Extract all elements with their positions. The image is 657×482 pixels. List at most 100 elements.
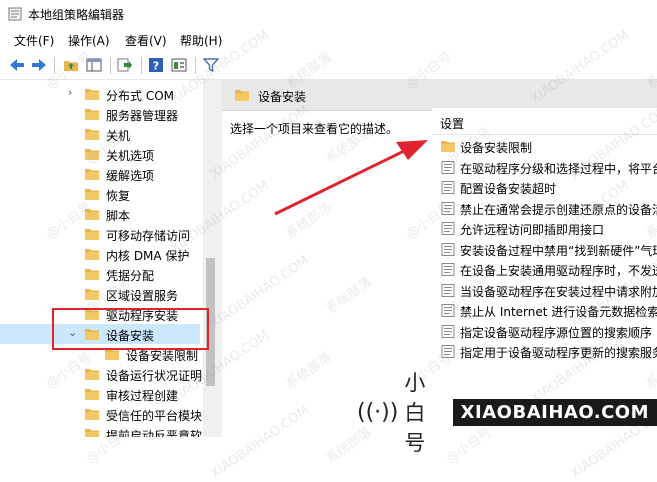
tree-item-label: 可移动存储访问 [106, 229, 191, 243]
policy-setting-row[interactable]: 在驱动程序分级和选择过程中，将平台 [438, 157, 657, 177]
export-list-icon[interactable] [116, 56, 134, 74]
tree-item[interactable]: 脚本 [0, 204, 200, 224]
folder-icon [85, 89, 99, 100]
tree-item-label: 内核 DMA 保护 [106, 249, 190, 263]
folder-icon [85, 149, 99, 160]
policy-setting-label: 在驱动程序分级和选择过程中，将平台 [460, 161, 657, 176]
policy-setting-icon [441, 242, 455, 256]
column-header-label: 设置 [440, 117, 465, 131]
policy-tree: › 分布式 COM 服务器管理器 关机关机选项缓解选项恢复脚本可移动存储访问 内核 DM… [0, 80, 218, 437]
tree-item[interactable]: 凭据分配 [0, 264, 200, 284]
folder-icon [85, 189, 99, 200]
policy-setting-label: 当设备驱动程序在安装过程中请求附加 [460, 284, 657, 299]
tree-item-label: 提前启动反恶意软 [106, 429, 203, 437]
tree-item[interactable]: 设备运行状况证明 [0, 364, 203, 384]
policy-setting-row[interactable]: 指定设备驱动程序源位置的搜索顺序 [438, 321, 657, 341]
policy-setting-row[interactable]: 指定用于设备驱动程序更新的搜索服务 [438, 341, 657, 361]
chevron-right-icon[interactable]: › [68, 86, 72, 99]
tree-item-label: 区域设置服务 [106, 289, 179, 303]
policy-setting-icon [441, 160, 455, 174]
tree-item[interactable]: 可移动存储访问 [0, 224, 200, 244]
tree-item[interactable]: 关机 [0, 124, 200, 144]
folder-icon [85, 129, 99, 140]
tree-item[interactable]: 关机选项 [0, 144, 200, 164]
tree-item-label: 恢复 [106, 189, 131, 203]
policy-setting-row[interactable]: 禁止在通常会提示创建还原点的设备活 [438, 198, 657, 218]
policy-setting-icon [441, 181, 455, 194]
menu-file[interactable]: 文件(F) [14, 32, 54, 49]
filter-icon[interactable] [202, 56, 220, 74]
forward-icon[interactable] [30, 56, 48, 74]
policy-setting-row[interactable]: 允许远程访问即插即用接口 [438, 218, 657, 238]
policy-setting-label: 允许远程访问即插即用接口 [460, 223, 605, 237]
tree-item[interactable]: 服务器管理器 [0, 104, 200, 124]
menu-action[interactable]: 操作(A) [68, 32, 110, 49]
window-title: 本地组策略编辑器 [28, 8, 125, 22]
folder-icon [441, 141, 455, 152]
tree-item[interactable]: 缓解选项 [0, 164, 200, 184]
toolbar-separator [195, 57, 196, 74]
policy-setting-label: 在设备上安装通用驱动程序时，不发送 [460, 264, 657, 278]
policy-setting-row[interactable]: 在设备上安装通用驱动程序时，不发送 [438, 259, 657, 279]
tree-item[interactable]: 区域设置服务 [0, 284, 200, 304]
folder-icon [85, 269, 99, 280]
policy-setting-row[interactable]: 禁止从 Internet 进行设备元数据检索 [438, 300, 657, 320]
policy-setting-label: 设备安装限制 [460, 141, 533, 155]
tree-item-label: 凭据分配 [106, 269, 155, 283]
help-icon[interactable]: ? [147, 56, 165, 74]
tree-item[interactable]: 恢复 [0, 184, 200, 204]
folder-icon [85, 289, 99, 300]
toolbar: ? [0, 52, 657, 80]
tree-item-label: 服务器管理器 [106, 109, 179, 123]
up-folder-icon[interactable] [62, 56, 80, 74]
svg-text:?: ? [153, 60, 159, 73]
folder-item[interactable]: 设备安装限制 [438, 136, 657, 156]
brand-logo: ((·)) [357, 399, 399, 425]
show-hide-tree-icon[interactable] [85, 56, 103, 74]
folder-icon [85, 409, 99, 420]
policy-setting-icon [441, 283, 455, 297]
policy-setting-row[interactable]: 当设备驱动程序在安装过程中请求附加 [438, 280, 657, 300]
folder-icon [85, 389, 99, 400]
tree-item-label: 关机选项 [106, 149, 155, 163]
policy-setting-label: 指定用于设备驱动程序更新的搜索服务 [460, 346, 657, 360]
folder-icon [85, 169, 99, 180]
tree-item[interactable]: › 分布式 COM [0, 84, 200, 104]
tree-item[interactable]: 受信任的平台模块 [0, 404, 202, 424]
tree-item-label: 设备运行状况证明 [106, 369, 203, 383]
folder-icon [85, 209, 99, 220]
tree-scrollbar[interactable] [203, 80, 218, 437]
tree-item[interactable]: 内核 DMA 保护 [0, 244, 200, 264]
tree-item-label: 分布式 COM [106, 89, 174, 103]
policy-setting-row[interactable]: 安装设备过程中禁用“找到新硬件”气球 [438, 239, 657, 259]
tree-item-label: 缓解选项 [106, 169, 155, 183]
policy-setting-icon [441, 345, 455, 358]
description-text: 选择一个项目来查看它的描述。 [230, 122, 399, 136]
policy-setting-row[interactable]: 配置设备安装超时 [438, 177, 657, 197]
brand-url: XIAOBAIHAO.COM [452, 398, 657, 426]
policy-setting-label: 指定设备驱动程序源位置的搜索顺序 [460, 325, 653, 340]
policy-setting-label: 禁止在通常会提示创建还原点的设备活 [460, 202, 657, 217]
brand-name: 小白号 [404, 371, 426, 455]
tree-item-label: 审核过程创建 [106, 389, 179, 403]
tree-item[interactable]: 提前启动反恶意软 [0, 424, 203, 437]
toolbar-separator [54, 57, 55, 74]
policy-editor-icon [8, 7, 22, 21]
policy-setting-icon [441, 324, 455, 338]
menu-view[interactable]: 查看(V) [125, 32, 167, 49]
tree-item[interactable]: 审核过程创建 [0, 384, 200, 404]
back-icon[interactable] [8, 56, 26, 74]
policy-setting-icon [441, 263, 455, 276]
tree-item-label: 脚本 [106, 209, 131, 223]
toolbar-separator [141, 57, 142, 74]
title-bar: 本地组策略编辑器 [0, 0, 657, 28]
policy-setting-label: 配置设备安装超时 [460, 182, 557, 196]
menu-help[interactable]: 帮助(H) [180, 32, 222, 49]
folder-icon [85, 249, 99, 260]
properties-icon[interactable] [170, 56, 188, 74]
brand-watermark: ((·)) 小白号 XIAOBAIHAO.COM [357, 371, 657, 455]
folder-icon [85, 109, 99, 120]
tree-item-label: 关机 [106, 129, 131, 143]
details-header: 设备安装 [222, 80, 657, 111]
column-header-settings[interactable]: 设置 [432, 108, 657, 135]
